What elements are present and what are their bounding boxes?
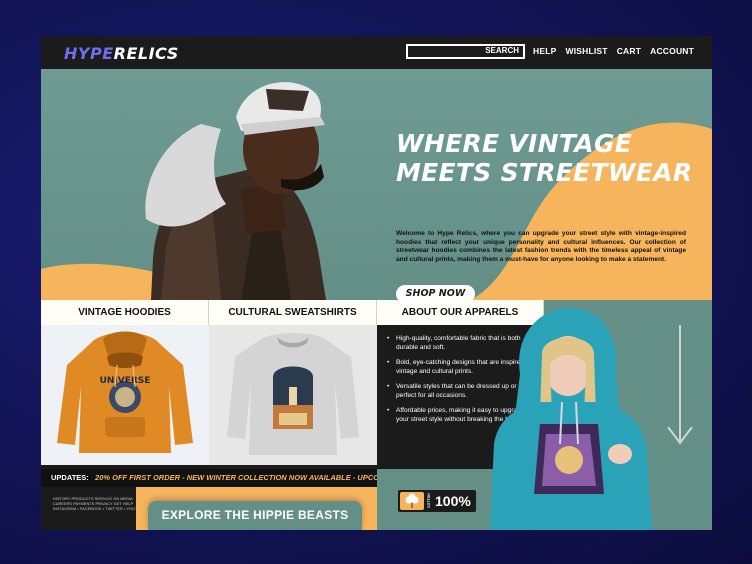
nav-help-link[interactable]: HELP [533,46,556,56]
cotton-percent: 100% [435,493,471,509]
nav-account-link[interactable]: ACCOUNT [650,46,694,56]
cotton-label: COTTON [427,493,431,508]
grey-sweatshirt-image [227,333,359,455]
nav-links: HELP WISHLIST CART ACCOUNT [533,46,694,56]
search-input[interactable]: SEARCH [406,44,525,59]
hoodie-print-text: UNIVERSE [100,376,151,386]
model-hood [145,124,226,227]
shop-now-button[interactable]: SHOP NOW [396,285,475,300]
search-button[interactable]: SEARCH [485,46,519,55]
orange-hoodie-image: UNIVERSE [57,331,193,453]
hero-title: WHERE VINTAGE MEETS STREETWEAR [396,129,693,187]
footer-links: HISTORY PRODUCTS SERVICE ON MEDIA CAREER… [41,487,146,530]
product-card-vintage-hoodie[interactable]: UNIVERSE [41,325,209,465]
cotton-icon [400,492,424,510]
product-card-cultural-sweatshirt[interactable] [209,325,377,465]
logo[interactable]: HYPERELICS [64,44,179,63]
nav-cart-link[interactable]: CART [617,46,641,56]
tab-cultural-sweatshirts[interactable]: CULTURAL SWEATSHIRTS [209,300,377,325]
nav-wishlist-link[interactable]: WISHLIST [565,46,607,56]
footer-links-row3[interactable]: INSTAGRAM • FACEBOOK • TWITTER • YOUTUBE [53,507,146,512]
updates-label: UPDATES: [51,473,89,482]
model-teal-hoodie-image [490,308,652,530]
updates-ticker-text[interactable]: 20% OFF FIRST ORDER - NEW WINTER COLLECT… [95,473,377,482]
hero-banner: WHERE VINTAGE MEETS STREETWEAR Welcome t… [41,69,712,300]
model-cap-patch [266,89,309,111]
hero-description: Welcome to Hype Relics, where you can up… [396,230,686,263]
logo-part-relics: RELICS [113,44,179,63]
explore-hippie-beasts-button[interactable]: EXPLORE THE HIPPIE BEASTS [148,501,362,530]
tab-vintage-hoodies[interactable]: VINTAGE HOODIES [41,300,209,325]
updates-ticker: UPDATES: 20% OFF FIRST ORDER - NEW WINTE… [41,469,377,487]
top-nav: HYPERELICS SEARCH HELP WISHLIST CART ACC… [41,36,712,69]
logo-part-hype: HYPE [64,44,114,63]
